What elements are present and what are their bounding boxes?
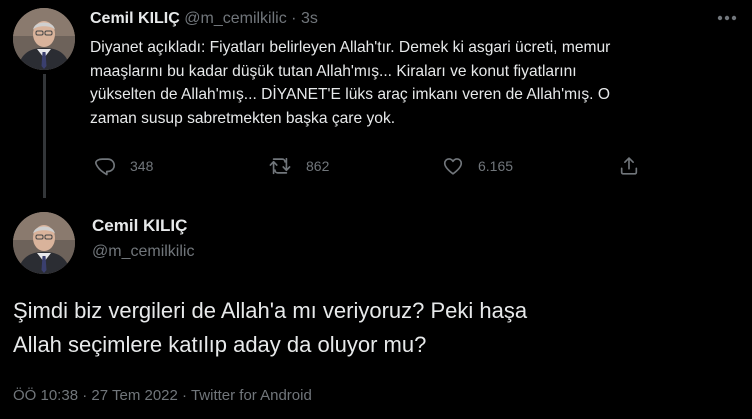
avatar-image [13, 8, 75, 70]
like-button[interactable]: 6.165 [442, 154, 513, 178]
separator-dot: · [182, 387, 188, 404]
share-icon [620, 157, 638, 175]
reply-icon [95, 158, 115, 176]
separator-dot: · [291, 10, 297, 27]
tweet-date[interactable]: 27 Tem 2022 [91, 387, 177, 404]
author-name[interactable]: Cemil KILIÇ [90, 10, 180, 27]
like-count: 6.165 [478, 158, 514, 174]
tweet-text: Şimdi biz vergileri de Allah'a mı veriyo… [13, 298, 528, 357]
like-icon [443, 158, 463, 175]
tweet-source[interactable]: Twitter for Android [191, 387, 312, 404]
tweet-timestamp[interactable]: ÖÖ 10:38 [13, 387, 78, 404]
separator-dot: · [82, 387, 88, 404]
tweet-header: Cemil KILIÇ @m_cemilkilic · 3s [90, 9, 318, 29]
avatar[interactable] [13, 8, 75, 70]
tweet-time[interactable]: 3s [301, 10, 318, 27]
retweet-button[interactable]: 862 [268, 154, 329, 178]
reply-count: 348 [130, 158, 154, 174]
tweet-thread: Cemil KILIÇ @m_cemilkilic · 3s Diyanet a… [0, 0, 752, 419]
avatar-image [13, 212, 75, 274]
tweet-actions: 348 862 6.165 [90, 154, 650, 178]
more-icon[interactable] [714, 10, 740, 26]
author-name[interactable]: Cemil KILIÇ [92, 215, 187, 237]
tweet-metadata: ÖÖ 10:38 · 27 Tem 2022 · Twitter for And… [13, 386, 312, 406]
reply-button[interactable]: 348 [94, 154, 153, 178]
parent-tweet[interactable]: Cemil KILIÇ @m_cemilkilic · 3s Diyanet a… [0, 0, 752, 200]
tweet-text: Diyanet açıkladı: Fiyatları belirleyen A… [90, 39, 611, 127]
author-handle[interactable]: @m_cemilkilic [92, 242, 194, 262]
retweet-icon [269, 157, 291, 175]
retweet-count: 862 [306, 158, 330, 174]
author-handle[interactable]: @m_cemilkilic [184, 10, 286, 27]
avatar[interactable] [13, 212, 75, 274]
thread-connector-line [43, 74, 46, 198]
share-button[interactable] [618, 154, 640, 178]
